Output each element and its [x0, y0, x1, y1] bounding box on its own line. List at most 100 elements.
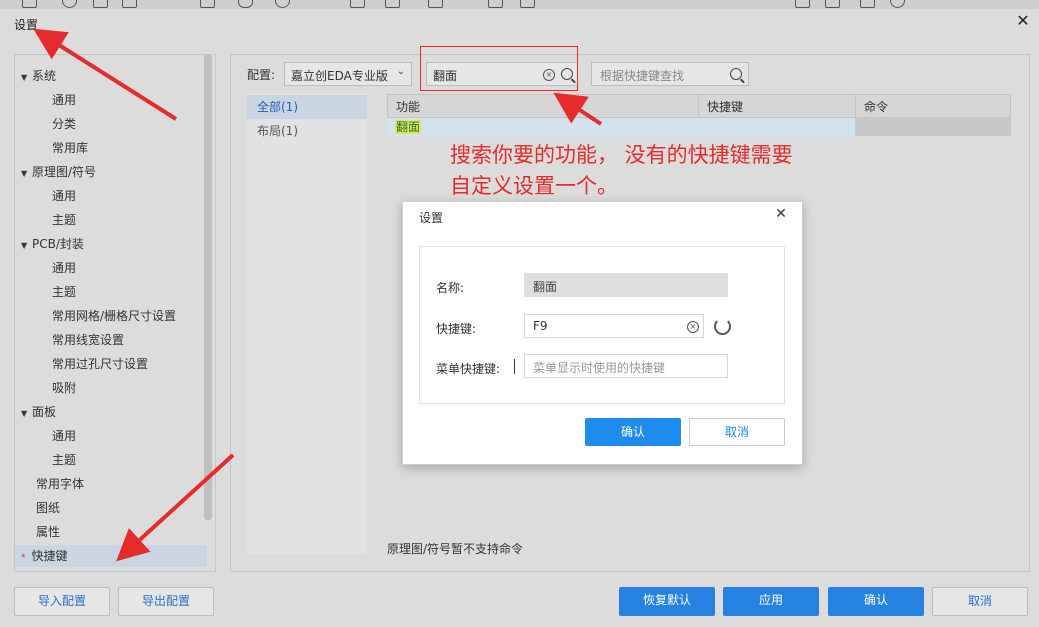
name-field: 翻面	[524, 273, 728, 297]
sidebar-item-label: 通用	[52, 93, 77, 107]
angle-tool-icon[interactable]	[520, 0, 535, 8]
document-tool-icon[interactable]	[488, 0, 503, 8]
confirm-button[interactable]: 确认	[828, 587, 924, 616]
sidebar-item-label: 通用	[52, 189, 77, 203]
sidebar-item[interactable]: * 快捷键	[15, 545, 207, 567]
sidebar-item[interactable]: 主题	[15, 281, 215, 303]
menu-shortcut-field[interactable]: 菜单显示时使用的快捷键	[524, 354, 728, 378]
rounded-rect-tool-icon[interactable]	[238, 0, 253, 8]
reset-icon[interactable]	[714, 318, 731, 335]
shortcut-field[interactable]: F9 ×	[524, 314, 704, 338]
sidebar-item[interactable]: 通用	[15, 185, 215, 207]
table-cell-command	[855, 118, 1011, 136]
search-icon[interactable]	[730, 68, 742, 80]
table-row[interactable]: 翻面	[387, 118, 856, 136]
menu-shortcut-placeholder: 菜单显示时使用的快捷键	[533, 361, 666, 375]
unsupported-note: 原理图/符号暂不支持命令	[387, 542, 524, 556]
image-tool-icon[interactable]	[122, 0, 137, 8]
sidebar-item-label: 主题	[52, 213, 77, 227]
import-config-button[interactable]: 导入配置	[14, 587, 110, 616]
column-header-shortcut[interactable]: 快捷键	[698, 94, 856, 118]
sidebar-scrollbar[interactable]	[204, 54, 212, 520]
sidebar-item[interactable]: 常用字体	[15, 473, 215, 495]
name-value: 翻面	[533, 280, 558, 294]
folder-tool-icon[interactable]	[795, 0, 810, 8]
node-tool-icon[interactable]	[93, 0, 108, 8]
apply-button[interactable]: 应用	[723, 587, 819, 616]
sidebar-item-label: 原理图/符号	[32, 165, 97, 179]
sidebar-item[interactable]: 主题	[15, 209, 215, 231]
save-tool-icon[interactable]	[825, 0, 840, 8]
annotation-highlight-box	[420, 46, 578, 91]
sidebar-item[interactable]: 常用网格/栅格尺寸设置	[15, 305, 215, 327]
shortcut-search-input[interactable]: 根据快捷键查找	[591, 62, 749, 86]
sidebar-item-label: 主题	[52, 285, 77, 299]
sidebar-item[interactable]: 常用库	[15, 137, 215, 159]
flag-tool-icon[interactable]	[200, 0, 215, 8]
sidebar-item[interactable]: 通用	[15, 425, 215, 447]
wire-tool-icon[interactable]	[428, 0, 443, 8]
sidebar-item[interactable]: 属性	[15, 521, 215, 543]
expand-arrow-icon[interactable]: ▼	[21, 163, 29, 185]
grid-icon[interactable]	[22, 0, 37, 8]
sidebar-item[interactable]: ▼ 面板	[15, 401, 207, 423]
arc-tool-icon[interactable]	[275, 0, 290, 8]
sidebar-item-label: 常用字体	[36, 477, 85, 491]
config-profile-value: 嘉立创EDA专业版	[291, 69, 388, 83]
cancel-button[interactable]: 取消	[932, 587, 1028, 616]
text-cursor	[514, 359, 515, 374]
sidebar-item-label: 图纸	[36, 501, 61, 515]
sidebar-item[interactable]: ▼ 原理图/符号	[15, 161, 207, 183]
expand-arrow-icon[interactable]: ▼	[21, 235, 29, 257]
sidebar-item[interactable]: 通用	[15, 257, 215, 279]
settings-titlebar: 设置 ✕	[0, 9, 1039, 37]
sidebar-item[interactable]: 常用线宽设置	[15, 329, 215, 351]
sidebar-item-label: 面板	[32, 405, 57, 419]
pen-tool-icon[interactable]	[385, 0, 400, 8]
sidebar-item[interactable]: 分类	[15, 113, 215, 135]
settings-tool-icon[interactable]	[890, 0, 905, 8]
export-config-button[interactable]: 导出配置	[118, 587, 214, 616]
config-profile-select[interactable]: 嘉立创EDA专业版 ⌄	[284, 62, 412, 86]
layers-tool-icon[interactable]	[860, 0, 875, 8]
circle-tool-icon[interactable]	[62, 0, 77, 8]
sidebar-item-label: 通用	[52, 261, 77, 275]
name-label: 名称:	[436, 281, 465, 295]
shortcut-search-placeholder: 根据快捷键查找	[600, 69, 685, 83]
sidebar-item-label: 属性	[36, 525, 61, 539]
sidebar-item[interactable]: ▼ 系统	[15, 65, 207, 87]
column-header-command[interactable]: 命令	[855, 94, 1011, 118]
shortcut-edit-dialog: 设置 ✕ 名称: 翻面 快捷键: F9 × 菜单快捷键: 菜单显示时使用的快捷键…	[402, 201, 803, 465]
dialog-cancel-button[interactable]: 取消	[689, 418, 785, 446]
shortcut-value: F9	[533, 319, 548, 333]
top-toolbar	[0, 0, 1039, 9]
restore-default-button[interactable]: 恢复默认	[619, 587, 715, 616]
sidebar-item[interactable]: ▼ PCB/封装	[15, 233, 207, 255]
dialog-confirm-button[interactable]: 确认	[585, 418, 681, 446]
sidebar-item-label: 分类	[52, 117, 77, 131]
shortcut-label: 快捷键:	[436, 322, 477, 336]
annotation-line-2: 自定义设置一个。	[450, 174, 618, 198]
menu-shortcut-label: 菜单快捷键:	[436, 362, 501, 376]
sidebar-item[interactable]: 吸附	[15, 377, 215, 399]
sidebar-item[interactable]: 主题	[15, 449, 215, 471]
column-header-function[interactable]: 功能	[387, 94, 699, 118]
expand-arrow-icon[interactable]: ▼	[21, 403, 29, 425]
category-layout[interactable]: 布局(1)	[247, 119, 367, 143]
expand-arrow-icon[interactable]: ▼	[21, 67, 29, 89]
dialog-title: 设置	[419, 211, 444, 225]
close-icon[interactable]: ✕	[1014, 12, 1032, 30]
clear-icon[interactable]: ×	[687, 321, 699, 333]
chevron-down-icon: ⌄	[396, 66, 405, 77]
settings-sidebar: ▼ 系统 通用 分类 常用库 ▼ 原理图/符号 通用 主题 ▼ PCB/封装 通用 主题 常用网格/栅格尺…	[14, 54, 216, 572]
sidebar-item-label: 常用过孔尺寸设置	[52, 357, 149, 371]
table-cell-function: 翻面	[395, 120, 422, 134]
window-title: 设置	[14, 18, 39, 32]
close-icon[interactable]: ✕	[773, 206, 789, 222]
text-tool-icon[interactable]	[350, 0, 365, 8]
sidebar-item[interactable]: 图纸	[15, 497, 215, 519]
sidebar-item[interactable]: 通用	[15, 89, 215, 111]
sidebar-item-label: 常用线宽设置	[52, 333, 125, 347]
sidebar-item[interactable]: 常用过孔尺寸设置	[15, 353, 215, 375]
category-all[interactable]: 全部(1)	[247, 95, 367, 119]
